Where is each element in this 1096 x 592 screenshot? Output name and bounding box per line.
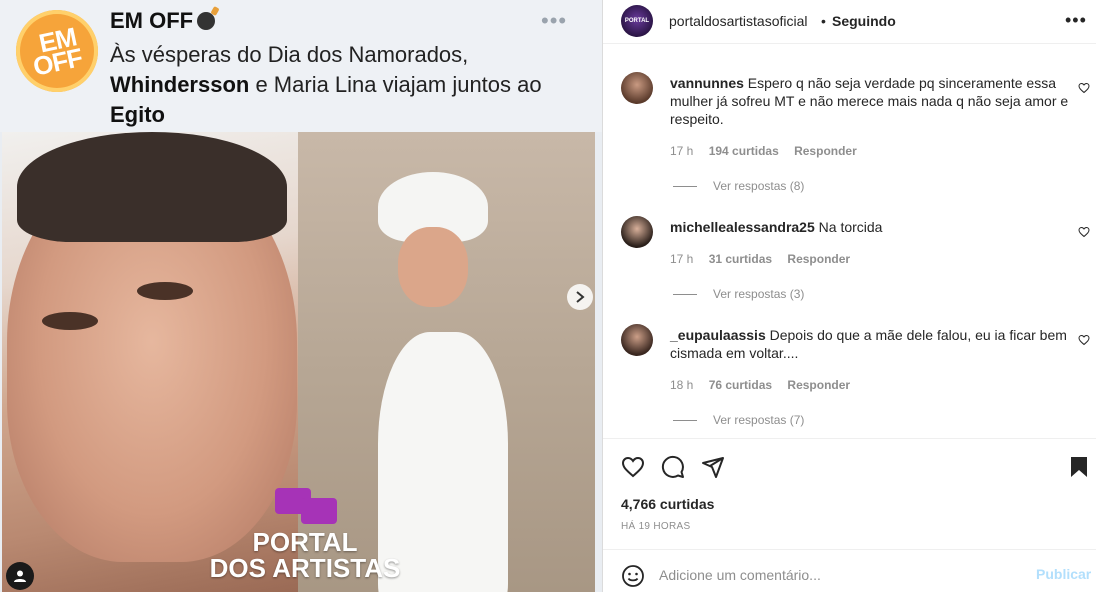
comment-time[interactable]: 17 h [670, 144, 693, 158]
tweet-line-2: Whindersson e Maria Lina viajam juntos a… [110, 70, 590, 100]
watermark-line-2: DOS ARTISTAS [209, 553, 401, 583]
comment-text: vannunnes Espero q não seja verdade pq s… [670, 74, 1070, 128]
tweet-line-3: Egito [110, 100, 590, 130]
more-options-icon[interactable]: ••• [1065, 10, 1087, 31]
comment-body: Na torcida [814, 219, 883, 235]
comment-time[interactable]: 18 h [670, 378, 693, 392]
smiley-icon[interactable] [621, 564, 645, 588]
header-separator: • [821, 13, 826, 29]
view-replies-label: Ver respostas (3) [713, 287, 805, 301]
follow-status-button[interactable]: Seguindo [832, 13, 896, 29]
man-eye-left [42, 312, 98, 330]
bookmark-icon[interactable] [1067, 455, 1091, 479]
comment-time[interactable]: 17 h [670, 252, 693, 266]
comment-avatar[interactable] [621, 72, 653, 104]
post-media[interactable]: EM OFF EM OFF ••• Às vésperas do Dia dos… [0, 0, 602, 592]
comment-likes[interactable]: 194 curtidas [709, 144, 779, 158]
heart-icon[interactable] [621, 455, 645, 479]
heart-icon[interactable] [1078, 226, 1090, 238]
tweet-author: EM OFF [110, 8, 216, 34]
tweet-text: Às vésperas do Dia dos Namorados, Whinde… [110, 40, 590, 130]
portal-watermark: PORTAL DOS ARTISTAS [195, 488, 415, 581]
user-icon [14, 570, 26, 582]
avatar-text: PORTAL [624, 18, 650, 24]
man-hair [17, 132, 287, 242]
next-slide-button[interactable] [567, 284, 593, 310]
post-header: PORTAL portaldosartistasoficial • Seguin… [603, 0, 1096, 44]
tweet-line-2-rest: e Maria Lina viajam juntos ao [249, 72, 542, 97]
view-replies-label: Ver respostas (8) [713, 179, 805, 193]
bomb-icon [197, 12, 216, 30]
post-timestamp[interactable]: HÁ 19 HORAS [621, 521, 690, 532]
comment-username[interactable]: vannunnes [670, 75, 744, 91]
reply-button[interactable]: Responder [787, 378, 850, 392]
post-likes-count[interactable]: 4,766 curtidas [621, 496, 714, 512]
comment-meta: 17 h 194 curtidas Responder [670, 144, 869, 158]
tweet-author-name: EM OFF [110, 8, 194, 33]
comment-input[interactable] [659, 562, 1019, 588]
view-replies-button[interactable]: Ver respostas (3) [673, 287, 804, 301]
comment-username[interactable]: michellealessandra25 [670, 219, 815, 235]
tagged-users-button[interactable] [6, 562, 34, 590]
comment-text: michellealessandra25 Na torcida [670, 218, 1070, 236]
comment-avatar[interactable] [621, 324, 653, 356]
logo-text-off: OFF [29, 42, 85, 82]
comment-avatar[interactable] [621, 216, 653, 248]
comment-meta: 17 h 31 curtidas Responder [670, 252, 862, 266]
post-username[interactable]: portaldosartistasoficial [669, 13, 808, 29]
heart-icon[interactable] [1078, 334, 1090, 346]
comment-text: _eupaulaassis Depois do que a mãe dele f… [670, 326, 1070, 362]
heart-icon[interactable] [1078, 82, 1090, 94]
woman-face [398, 227, 468, 307]
chat-bubbles-icon [271, 488, 339, 524]
tweet-more-icon: ••• [541, 8, 568, 33]
profile-avatar[interactable]: PORTAL [621, 5, 653, 37]
watermark-line-1: PORTAL [252, 527, 358, 557]
post-actions: 4,766 curtidas HÁ 19 HORAS Publicar [603, 438, 1096, 588]
publish-button[interactable]: Publicar [1036, 566, 1091, 582]
view-replies-button[interactable]: Ver respostas (7) [673, 413, 804, 427]
tweet-screenshot-header: EM OFF EM OFF ••• Às vésperas do Dia dos… [0, 0, 602, 132]
post-side-panel: PORTAL portaldosartistasoficial • Seguin… [602, 0, 1096, 592]
paper-plane-icon[interactable] [701, 455, 725, 479]
comment-icon[interactable] [661, 455, 685, 479]
reply-button[interactable]: Responder [794, 144, 857, 158]
chevron-right-icon [576, 291, 585, 303]
instagram-post-view: EM OFF EM OFF ••• Às vésperas do Dia dos… [0, 0, 1096, 592]
view-replies-button[interactable]: Ver respostas (8) [673, 179, 804, 193]
tweet-line-3-text: Egito [110, 102, 165, 127]
comment-meta: 18 h 76 curtidas Responder [670, 378, 862, 392]
em-off-logo: EM OFF [16, 10, 98, 92]
view-replies-label: Ver respostas (7) [713, 413, 805, 427]
comment-username[interactable]: _eupaulaassis [670, 327, 766, 343]
reply-button[interactable]: Responder [787, 252, 850, 266]
man-eye-right [137, 282, 193, 300]
comment-likes[interactable]: 76 curtidas [709, 378, 772, 392]
add-comment-bar: Publicar [603, 549, 1096, 592]
comment-likes[interactable]: 31 curtidas [709, 252, 772, 266]
tweet-line-1: Às vésperas do Dia dos Namorados, [110, 42, 469, 67]
tweet-bold-name: Whindersson [110, 72, 250, 97]
